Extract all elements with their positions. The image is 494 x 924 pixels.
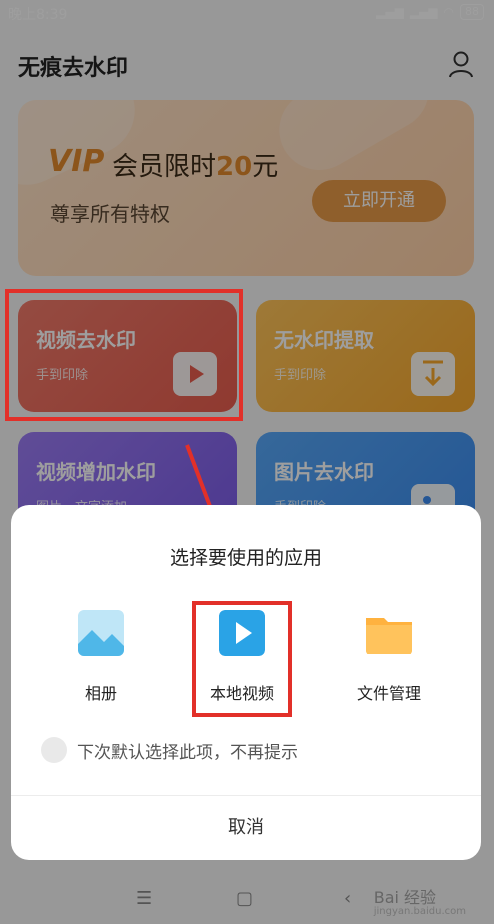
annotation-box bbox=[192, 601, 292, 717]
option-gallery[interactable]: 相册 bbox=[41, 610, 161, 704]
option-file-manager[interactable]: 文件管理 bbox=[329, 610, 449, 704]
remember-choice[interactable]: 下次默认选择此项，不再提示 bbox=[41, 737, 298, 763]
watermark-brand: Bai 经验 bbox=[373, 888, 437, 907]
app-chooser-sheet: 选择要使用的应用 相册 本地视频 文件管理 下次默认选择此项，不再提示 取消 bbox=[11, 505, 481, 860]
gallery-icon bbox=[78, 610, 124, 656]
folder-icon bbox=[366, 618, 412, 654]
remember-label: 下次默认选择此项，不再提示 bbox=[77, 742, 298, 763]
option-label: 相册 bbox=[84, 684, 117, 703]
watermark-logo: Bai 经验 jingyan.baidu.com bbox=[374, 884, 466, 917]
annotation-box bbox=[5, 289, 243, 421]
cancel-button[interactable]: 取消 bbox=[11, 801, 481, 855]
divider bbox=[11, 795, 481, 796]
watermark-url: jingyan.baidu.com bbox=[373, 906, 466, 917]
chooser-title: 选择要使用的应用 bbox=[169, 547, 322, 569]
option-label: 文件管理 bbox=[356, 684, 421, 703]
remember-checkbox[interactable] bbox=[41, 737, 67, 763]
